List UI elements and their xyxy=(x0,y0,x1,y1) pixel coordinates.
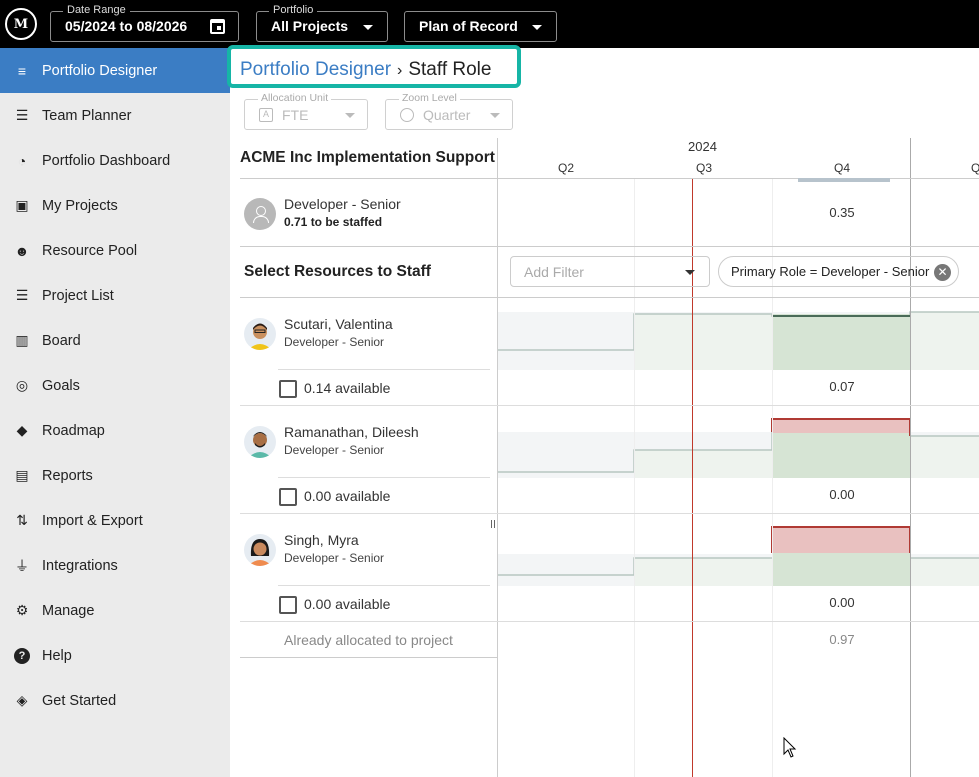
avatar xyxy=(244,318,276,350)
divider xyxy=(278,585,490,586)
select-resource-checkbox[interactable] xyxy=(279,596,297,614)
divider xyxy=(240,513,979,514)
quarter-label: Q4 xyxy=(834,161,851,175)
avatar-illustration xyxy=(248,539,272,566)
add-filter-dropdown[interactable]: Add Filter xyxy=(510,256,710,287)
select-resource-checkbox[interactable] xyxy=(279,380,297,398)
resource-q4-value[interactable]: 0.00 xyxy=(812,595,872,610)
divider xyxy=(240,621,979,622)
divider xyxy=(497,138,498,777)
chevron-down-icon xyxy=(685,270,695,275)
avatar xyxy=(244,426,276,458)
availability-label: 0.00 available xyxy=(304,488,391,504)
resource-name[interactable]: Scutari, Valentina xyxy=(284,316,393,332)
overallocation-fill xyxy=(772,419,910,433)
mouse-cursor-icon xyxy=(783,737,797,758)
section-title: Select Resources to Staff xyxy=(244,263,431,280)
column-resize-handle[interactable] xyxy=(491,520,495,528)
resource-q4-value[interactable]: 0.07 xyxy=(812,379,872,394)
availability-label: 0.14 available xyxy=(304,380,391,396)
divider xyxy=(278,477,490,478)
resource-role: Developer - Senior xyxy=(284,335,385,349)
close-icon[interactable]: ✕ xyxy=(934,264,951,281)
allocation-fill xyxy=(910,312,979,370)
unassigned-avatar-icon xyxy=(244,198,276,230)
divider xyxy=(240,405,979,406)
allocation-fill xyxy=(910,558,979,586)
already-allocated-value: 0.97 xyxy=(829,632,855,647)
resource-name[interactable]: Singh, Myra xyxy=(284,532,359,548)
avatar-illustration xyxy=(248,323,272,350)
allocation-fill xyxy=(772,553,910,586)
allocation-fill xyxy=(634,558,772,586)
avatar-illustration xyxy=(248,432,272,458)
allocation-fill xyxy=(772,432,910,478)
allocation-fill xyxy=(772,314,910,370)
add-filter-placeholder: Add Filter xyxy=(524,264,584,280)
allocation-fill xyxy=(910,436,979,478)
role-staffing-status: 0.71 to be staffed xyxy=(284,215,383,229)
quarter-label: Q3 xyxy=(696,161,713,175)
allocation-fill xyxy=(634,450,772,478)
year-divider xyxy=(910,138,911,777)
divider xyxy=(240,246,979,247)
quarter-label: Q2 xyxy=(558,161,575,175)
role-name: Developer - Senior xyxy=(284,196,401,212)
quarter-label: Q xyxy=(971,161,979,175)
filter-chip[interactable]: Primary Role = Developer - Senior ✕ xyxy=(718,256,959,287)
overallocation-fill xyxy=(772,527,910,553)
resource-role: Developer - Senior xyxy=(284,551,385,565)
role-q4-value[interactable]: 0.35 xyxy=(822,205,862,220)
avatar xyxy=(244,534,276,566)
availability-label: 0.00 available xyxy=(304,596,391,612)
divider xyxy=(278,369,490,370)
resource-name[interactable]: Ramanathan, Dileesh xyxy=(284,424,419,440)
role-demand-bar xyxy=(798,178,890,182)
divider xyxy=(240,657,498,658)
already-allocated-label: Already allocated to project xyxy=(284,632,453,648)
allocation-fill xyxy=(634,314,772,370)
divider xyxy=(240,297,979,298)
resource-role: Developer - Senior xyxy=(284,443,385,457)
resource-q4-value[interactable]: 0.00 xyxy=(812,487,872,502)
select-resource-checkbox[interactable] xyxy=(279,488,297,506)
filter-chip-label: Primary Role = Developer - Senior xyxy=(731,264,930,279)
project-title: ACME Inc Implementation Support xyxy=(240,149,495,166)
year-label: 2024 xyxy=(688,139,717,154)
